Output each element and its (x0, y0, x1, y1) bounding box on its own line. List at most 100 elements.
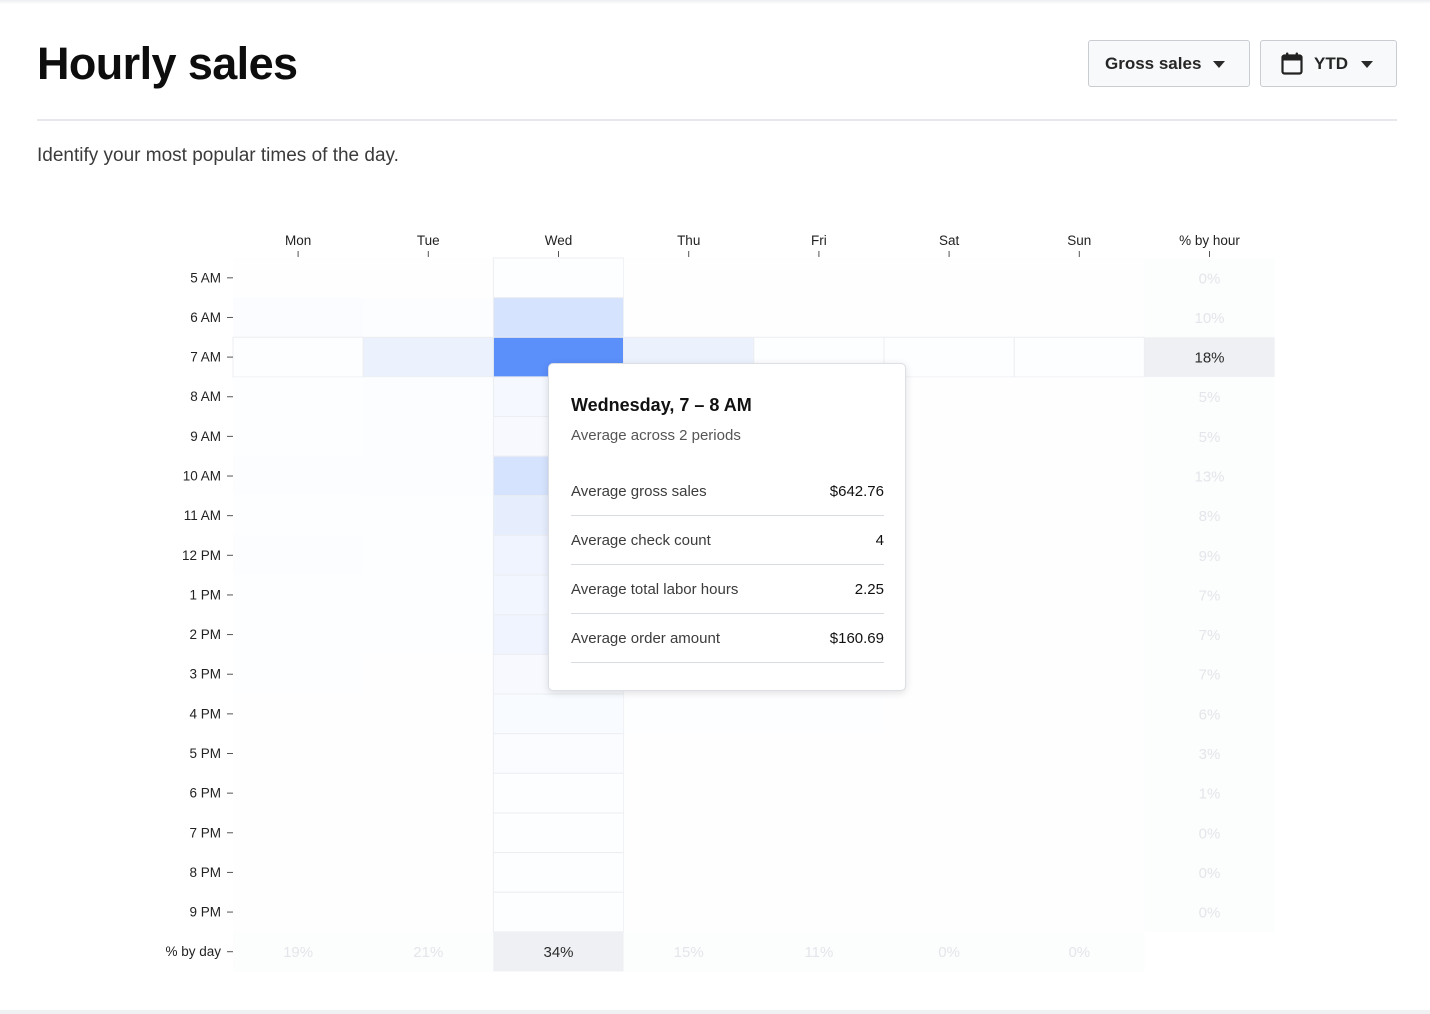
heatmap-cell[interactable] (1014, 812, 1145, 853)
heatmap-cell[interactable] (233, 535, 364, 576)
heatmap-cell[interactable] (1014, 297, 1145, 338)
pct-by-day-label: 15% (674, 944, 704, 961)
heatmap-cell[interactable] (492, 693, 625, 735)
heatmap-cell[interactable] (492, 733, 625, 774)
heatmap-cell[interactable] (1014, 376, 1145, 417)
tooltip-title: Wednesday, 7 – 8 AM (571, 395, 752, 415)
heatmap-cell[interactable] (623, 733, 754, 774)
heatmap-cell[interactable] (233, 694, 364, 734)
heatmap-cell[interactable] (492, 257, 625, 299)
heatmap-cell[interactable] (623, 812, 754, 853)
heatmap-cell[interactable] (233, 852, 364, 893)
heatmap-cell[interactable] (363, 694, 494, 734)
heatmap-cell[interactable] (623, 852, 754, 893)
heatmap-cell[interactable] (1014, 654, 1145, 695)
heatmap-cell[interactable] (1013, 336, 1145, 378)
row-label: 8 PM (189, 865, 221, 880)
heatmap-cell[interactable] (363, 456, 494, 496)
heatmap-cell[interactable] (1014, 416, 1145, 457)
pct-by-day-label: 0% (938, 944, 960, 961)
heatmap-cell[interactable] (363, 535, 494, 576)
heatmap-cell[interactable] (623, 892, 754, 932)
heatmap-cell[interactable] (492, 297, 625, 338)
heatmap-cell[interactable] (884, 733, 1015, 774)
row-label: 11 AM (184, 508, 221, 523)
column-header-label: Fri (811, 233, 827, 248)
heatmap-cell[interactable] (884, 852, 1015, 893)
row-label: 10 AM (183, 469, 221, 484)
heatmap-cell[interactable] (1014, 495, 1145, 536)
heatmap-cell[interactable] (1014, 773, 1145, 813)
heatmap-cell[interactable] (1014, 575, 1145, 615)
heatmap-cell[interactable] (233, 812, 364, 853)
heatmap-cell[interactable] (1014, 614, 1145, 655)
pct-by-hour-label: 1% (1199, 786, 1221, 803)
heatmap-cell[interactable] (623, 258, 754, 298)
heatmap-cell[interactable] (884, 258, 1015, 298)
heatmap-cell[interactable] (1014, 852, 1145, 893)
heatmap-cell[interactable] (363, 614, 494, 655)
heatmap-cell[interactable] (233, 456, 364, 496)
cell-tooltip: Wednesday, 7 – 8 AM Average across 2 per… (548, 363, 906, 691)
heatmap-cell[interactable] (233, 733, 364, 774)
column-header-label: Mon (285, 233, 311, 248)
heatmap-cell[interactable] (623, 773, 754, 813)
heatmap-cell[interactable] (1014, 733, 1145, 774)
heatmap-cell[interactable] (753, 892, 884, 932)
heatmap-cell[interactable] (233, 258, 364, 298)
heatmap-cell[interactable] (753, 852, 884, 893)
heatmap-cell[interactable] (884, 892, 1015, 932)
heatmap-cell[interactable] (1014, 535, 1145, 576)
heatmap-cell[interactable] (363, 376, 494, 417)
heatmap-cell[interactable] (233, 297, 364, 338)
heatmap-cell[interactable] (753, 297, 884, 338)
heatmap-cell[interactable] (363, 258, 494, 298)
heatmap-cell[interactable] (623, 694, 754, 734)
heatmap-cell[interactable] (1014, 892, 1145, 932)
heatmap-cell[interactable] (492, 772, 625, 814)
heatmap-cell[interactable] (363, 852, 494, 893)
heatmap-cell[interactable] (363, 773, 494, 813)
heatmap-cell[interactable] (363, 654, 494, 695)
heatmap-cell[interactable] (884, 773, 1015, 813)
heatmap-cell[interactable] (884, 812, 1015, 853)
heatmap-cell[interactable] (1014, 456, 1145, 496)
heatmap-cell[interactable] (362, 336, 494, 378)
heatmap-cell[interactable] (492, 891, 625, 933)
heatmap-cell[interactable] (753, 733, 884, 774)
heatmap-cell[interactable] (1014, 258, 1145, 298)
heatmap-cell[interactable] (233, 892, 364, 932)
heatmap-cell[interactable] (363, 892, 494, 932)
heatmap-cell[interactable] (233, 495, 364, 536)
heatmap-cell[interactable] (363, 812, 494, 853)
pct-by-hour-label: 0% (1199, 865, 1221, 882)
heatmap-cell[interactable] (753, 694, 884, 734)
pct-by-hour-label: 7% (1199, 627, 1221, 644)
heatmap-cell[interactable] (233, 614, 364, 655)
heatmap-cell[interactable] (884, 297, 1015, 338)
heatmap-cell[interactable] (753, 258, 884, 298)
pct-by-hour-label: 0% (1199, 905, 1221, 922)
heatmap-cell[interactable] (363, 733, 494, 774)
heatmap-cell[interactable] (233, 575, 364, 615)
heatmap-cell[interactable] (492, 852, 625, 893)
heatmap-cell[interactable] (233, 376, 364, 417)
heatmap-cell[interactable] (233, 773, 364, 813)
row-label: 9 PM (189, 905, 221, 920)
pct-by-hour-label: 6% (1199, 706, 1221, 723)
heatmap-cell[interactable] (363, 495, 494, 536)
heatmap-cell[interactable] (884, 694, 1015, 734)
heatmap-cell[interactable] (363, 297, 494, 338)
heatmap-cell[interactable] (232, 336, 364, 378)
tooltip-row-label: Average order amount (571, 630, 720, 647)
heatmap-cell[interactable] (753, 773, 884, 813)
heatmap-cell[interactable] (363, 416, 494, 457)
heatmap-cell[interactable] (492, 812, 625, 854)
heatmap-cell[interactable] (233, 654, 364, 695)
heatmap-cell[interactable] (1014, 694, 1145, 734)
heatmap-cell[interactable] (753, 812, 884, 853)
heatmap-cell[interactable] (363, 575, 494, 615)
heatmap-cell[interactable] (233, 416, 364, 457)
heatmap-cell[interactable] (623, 297, 754, 338)
column-header-label: Tue (417, 233, 440, 248)
